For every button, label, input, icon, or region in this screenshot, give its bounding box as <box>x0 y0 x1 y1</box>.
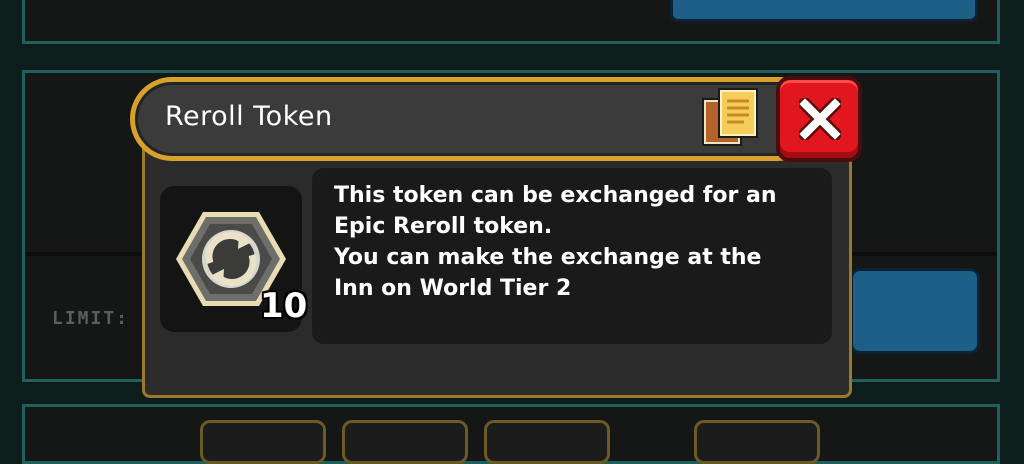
copy-documents-icon <box>702 88 758 146</box>
background-button-top <box>670 0 978 22</box>
background-button-middle <box>850 268 980 354</box>
background-slot <box>694 420 820 464</box>
copy-button[interactable] <box>700 86 762 150</box>
close-button[interactable] <box>776 76 862 162</box>
background-slot <box>484 420 610 464</box>
popup-title: Reroll Token <box>165 101 333 132</box>
background-limit-label: LIMIT: <box>52 308 130 329</box>
description-line: You can make the exchange at the <box>334 245 762 270</box>
item-count: 10 <box>260 286 308 326</box>
description-line: This token can be exchanged for an <box>334 183 777 208</box>
close-x-icon <box>799 98 841 140</box>
item-description: This token can be exchanged for an Epic … <box>334 180 824 304</box>
background-slot <box>342 420 468 464</box>
background-slot <box>200 420 326 464</box>
description-line: Epic Reroll token. <box>334 214 553 239</box>
description-line: Inn on World Tier 2 <box>334 276 572 301</box>
